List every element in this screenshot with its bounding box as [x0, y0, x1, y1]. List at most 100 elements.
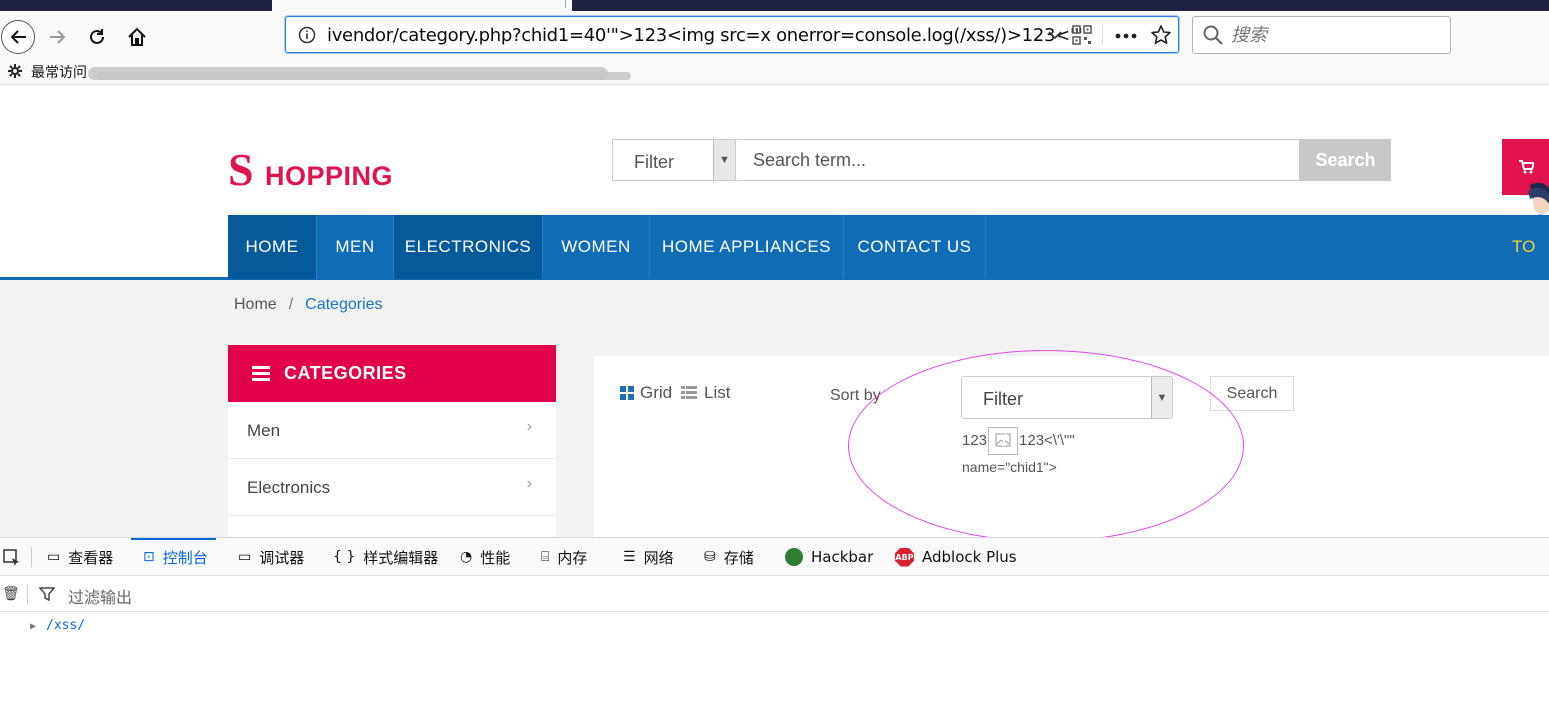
console-message[interactable]: ▶ /xss/: [30, 618, 85, 633]
console-message-text: /xss/: [46, 618, 86, 633]
devtools-divider: [31, 547, 32, 567]
tab-performance[interactable]: ◔ 性能: [460, 538, 510, 576]
reload-button[interactable]: [79, 19, 115, 55]
tab-label: 内存: [557, 548, 588, 567]
tab-label: 控制台: [162, 548, 208, 567]
performance-icon: ◔: [460, 549, 473, 565]
logo-letter: S: [228, 144, 254, 195]
nav-women[interactable]: WOMEN: [543, 215, 650, 279]
filter-output-input[interactable]: 过滤输出: [68, 584, 132, 608]
categories-title: CATEGORIES: [284, 363, 407, 383]
dropdown-icon[interactable]: [1048, 30, 1062, 40]
back-button[interactable]: [0, 19, 37, 55]
tab-strip: [0, 0, 1549, 11]
header-filter-value: Filter: [634, 152, 674, 172]
tab-label: 查看器: [68, 548, 114, 567]
tab-label: 存储: [723, 548, 754, 567]
back-arrow-icon: [10, 30, 26, 44]
inspector-icon: ▭: [47, 549, 61, 565]
tab-storage[interactable]: ⛁ 存储: [704, 538, 754, 576]
nav-men[interactable]: MEN: [317, 215, 394, 279]
storage-icon: ⛁: [704, 549, 716, 565]
cart-icon: [1519, 160, 1534, 174]
active-tab[interactable]: [272, 0, 572, 11]
style-editor-icon: { }: [333, 549, 356, 565]
grid-label: Grid: [640, 383, 673, 402]
grid-view-toggle[interactable]: Grid: [620, 383, 672, 403]
bookmark-star-icon[interactable]: [1150, 24, 1172, 46]
url-text[interactable]: ivendor/category.php?chid1=40'">123<img …: [327, 25, 1083, 46]
nav-electronics[interactable]: ELECTRONICS: [394, 215, 543, 279]
nav-contact-us[interactable]: CONTACT US: [844, 215, 986, 279]
tab-debugger[interactable]: ▭ 调试器: [238, 538, 304, 576]
devtools-panel: ▭ 查看器 ⊡ 控制台 ▭ 调试器 { } 样式编辑器 ◔ 性能 ⌸ 内存 ☰ 网络 ⛁ 存储 …: [0, 537, 1549, 703]
annotation-ellipse: [848, 350, 1244, 537]
adblock-plus-icon: ABP: [895, 547, 914, 567]
element-picker-icon[interactable]: [3, 549, 21, 567]
tab-label: 样式编辑器: [363, 548, 439, 567]
console-icon: ⊡: [143, 549, 155, 565]
chevron-down-icon: ▼: [713, 140, 735, 180]
tab-label: 网络: [643, 548, 674, 567]
tab-hackbar[interactable]: Hackbar: [785, 538, 873, 576]
nav-home-appliances[interactable]: HOME APPLIANCES: [650, 215, 844, 279]
forward-button[interactable]: [39, 19, 75, 55]
tab-console[interactable]: ⊡ 控制台: [131, 538, 216, 576]
memory-icon: ⌸: [541, 549, 550, 565]
chevron-right-icon: ›: [526, 475, 532, 492]
tab-adblock-plus[interactable]: ABP Adblock Plus: [895, 538, 1017, 576]
nav-home[interactable]: HOME: [228, 215, 317, 279]
category-item-next[interactable]: [228, 516, 556, 537]
bookmarks-bar: 最常访问: [0, 59, 1549, 85]
categories-header: CATEGORIES: [228, 345, 556, 402]
gear-icon[interactable]: [7, 63, 23, 79]
nav-top-link[interactable]: TO: [1512, 237, 1535, 257]
home-button[interactable]: [119, 19, 155, 55]
trash-icon[interactable]: 🗑: [2, 585, 20, 602]
category-item-men[interactable]: Men ›: [228, 402, 556, 459]
url-bar[interactable]: ivendor/category.php?chid1=40'">123<img …: [285, 16, 1179, 53]
browser-search-box[interactable]: [1192, 16, 1451, 54]
tab-label: Hackbar: [811, 548, 874, 566]
bookmark-most-visited[interactable]: 最常访问: [31, 62, 87, 82]
filter-icon: [39, 587, 55, 602]
logo-text: HOPPING: [265, 161, 394, 191]
list-view-toggle[interactable]: List: [681, 383, 730, 403]
qr-code-icon[interactable]: [1072, 25, 1092, 45]
hackbar-icon: [785, 548, 803, 566]
breadcrumb-home[interactable]: Home: [234, 296, 277, 313]
site-search-input[interactable]: [753, 150, 1283, 171]
chevron-right-icon: ›: [526, 418, 532, 435]
category-item-electronics[interactable]: Electronics ›: [228, 459, 556, 516]
redaction-scribble: [96, 72, 631, 80]
breadcrumb-current[interactable]: Categories: [305, 296, 382, 313]
tab-inspector[interactable]: ▭ 查看器: [47, 538, 113, 576]
info-icon[interactable]: [298, 26, 316, 44]
home-icon: [128, 27, 146, 46]
site-search-button[interactable]: Search: [1300, 139, 1391, 181]
tab-label: Adblock Plus: [922, 548, 1017, 566]
search-icon: [1203, 25, 1223, 45]
page-actions-icon[interactable]: [1115, 33, 1137, 39]
site-search-field[interactable]: [737, 139, 1300, 181]
network-icon: ☰: [623, 549, 636, 565]
breadcrumb-separator: /: [288, 296, 294, 313]
filter-divider: [27, 584, 28, 604]
tab-style-editor[interactable]: { } 样式编辑器: [333, 538, 438, 576]
tab-network[interactable]: ☰ 网络: [623, 538, 674, 576]
tab-memory[interactable]: ⌸ 内存: [541, 538, 587, 576]
grid-icon: [620, 386, 634, 400]
expand-triangle-icon[interactable]: ▶: [30, 621, 36, 632]
tab-label: 调试器: [259, 548, 305, 567]
menu-icon: [252, 366, 270, 384]
tab-label: 性能: [480, 548, 511, 567]
reload-icon: [90, 29, 104, 44]
header-filter-select[interactable]: Filter ▼: [612, 139, 736, 181]
list-icon: [681, 386, 697, 399]
category-label: Men: [247, 421, 281, 440]
devtools-tabs: ▭ 查看器 ⊡ 控制台 ▭ 调试器 { } 样式编辑器 ◔ 性能 ⌸ 内存 ☰ 网络 ⛁ 存储 …: [0, 538, 1549, 576]
web-page: S HOPPING Filter ▼ Search HOME MEN ELECT…: [0, 85, 1549, 537]
browser-search-input[interactable]: [1231, 25, 1441, 46]
category-label: Electronics: [247, 478, 331, 497]
tab-edge: [565, 0, 566, 8]
